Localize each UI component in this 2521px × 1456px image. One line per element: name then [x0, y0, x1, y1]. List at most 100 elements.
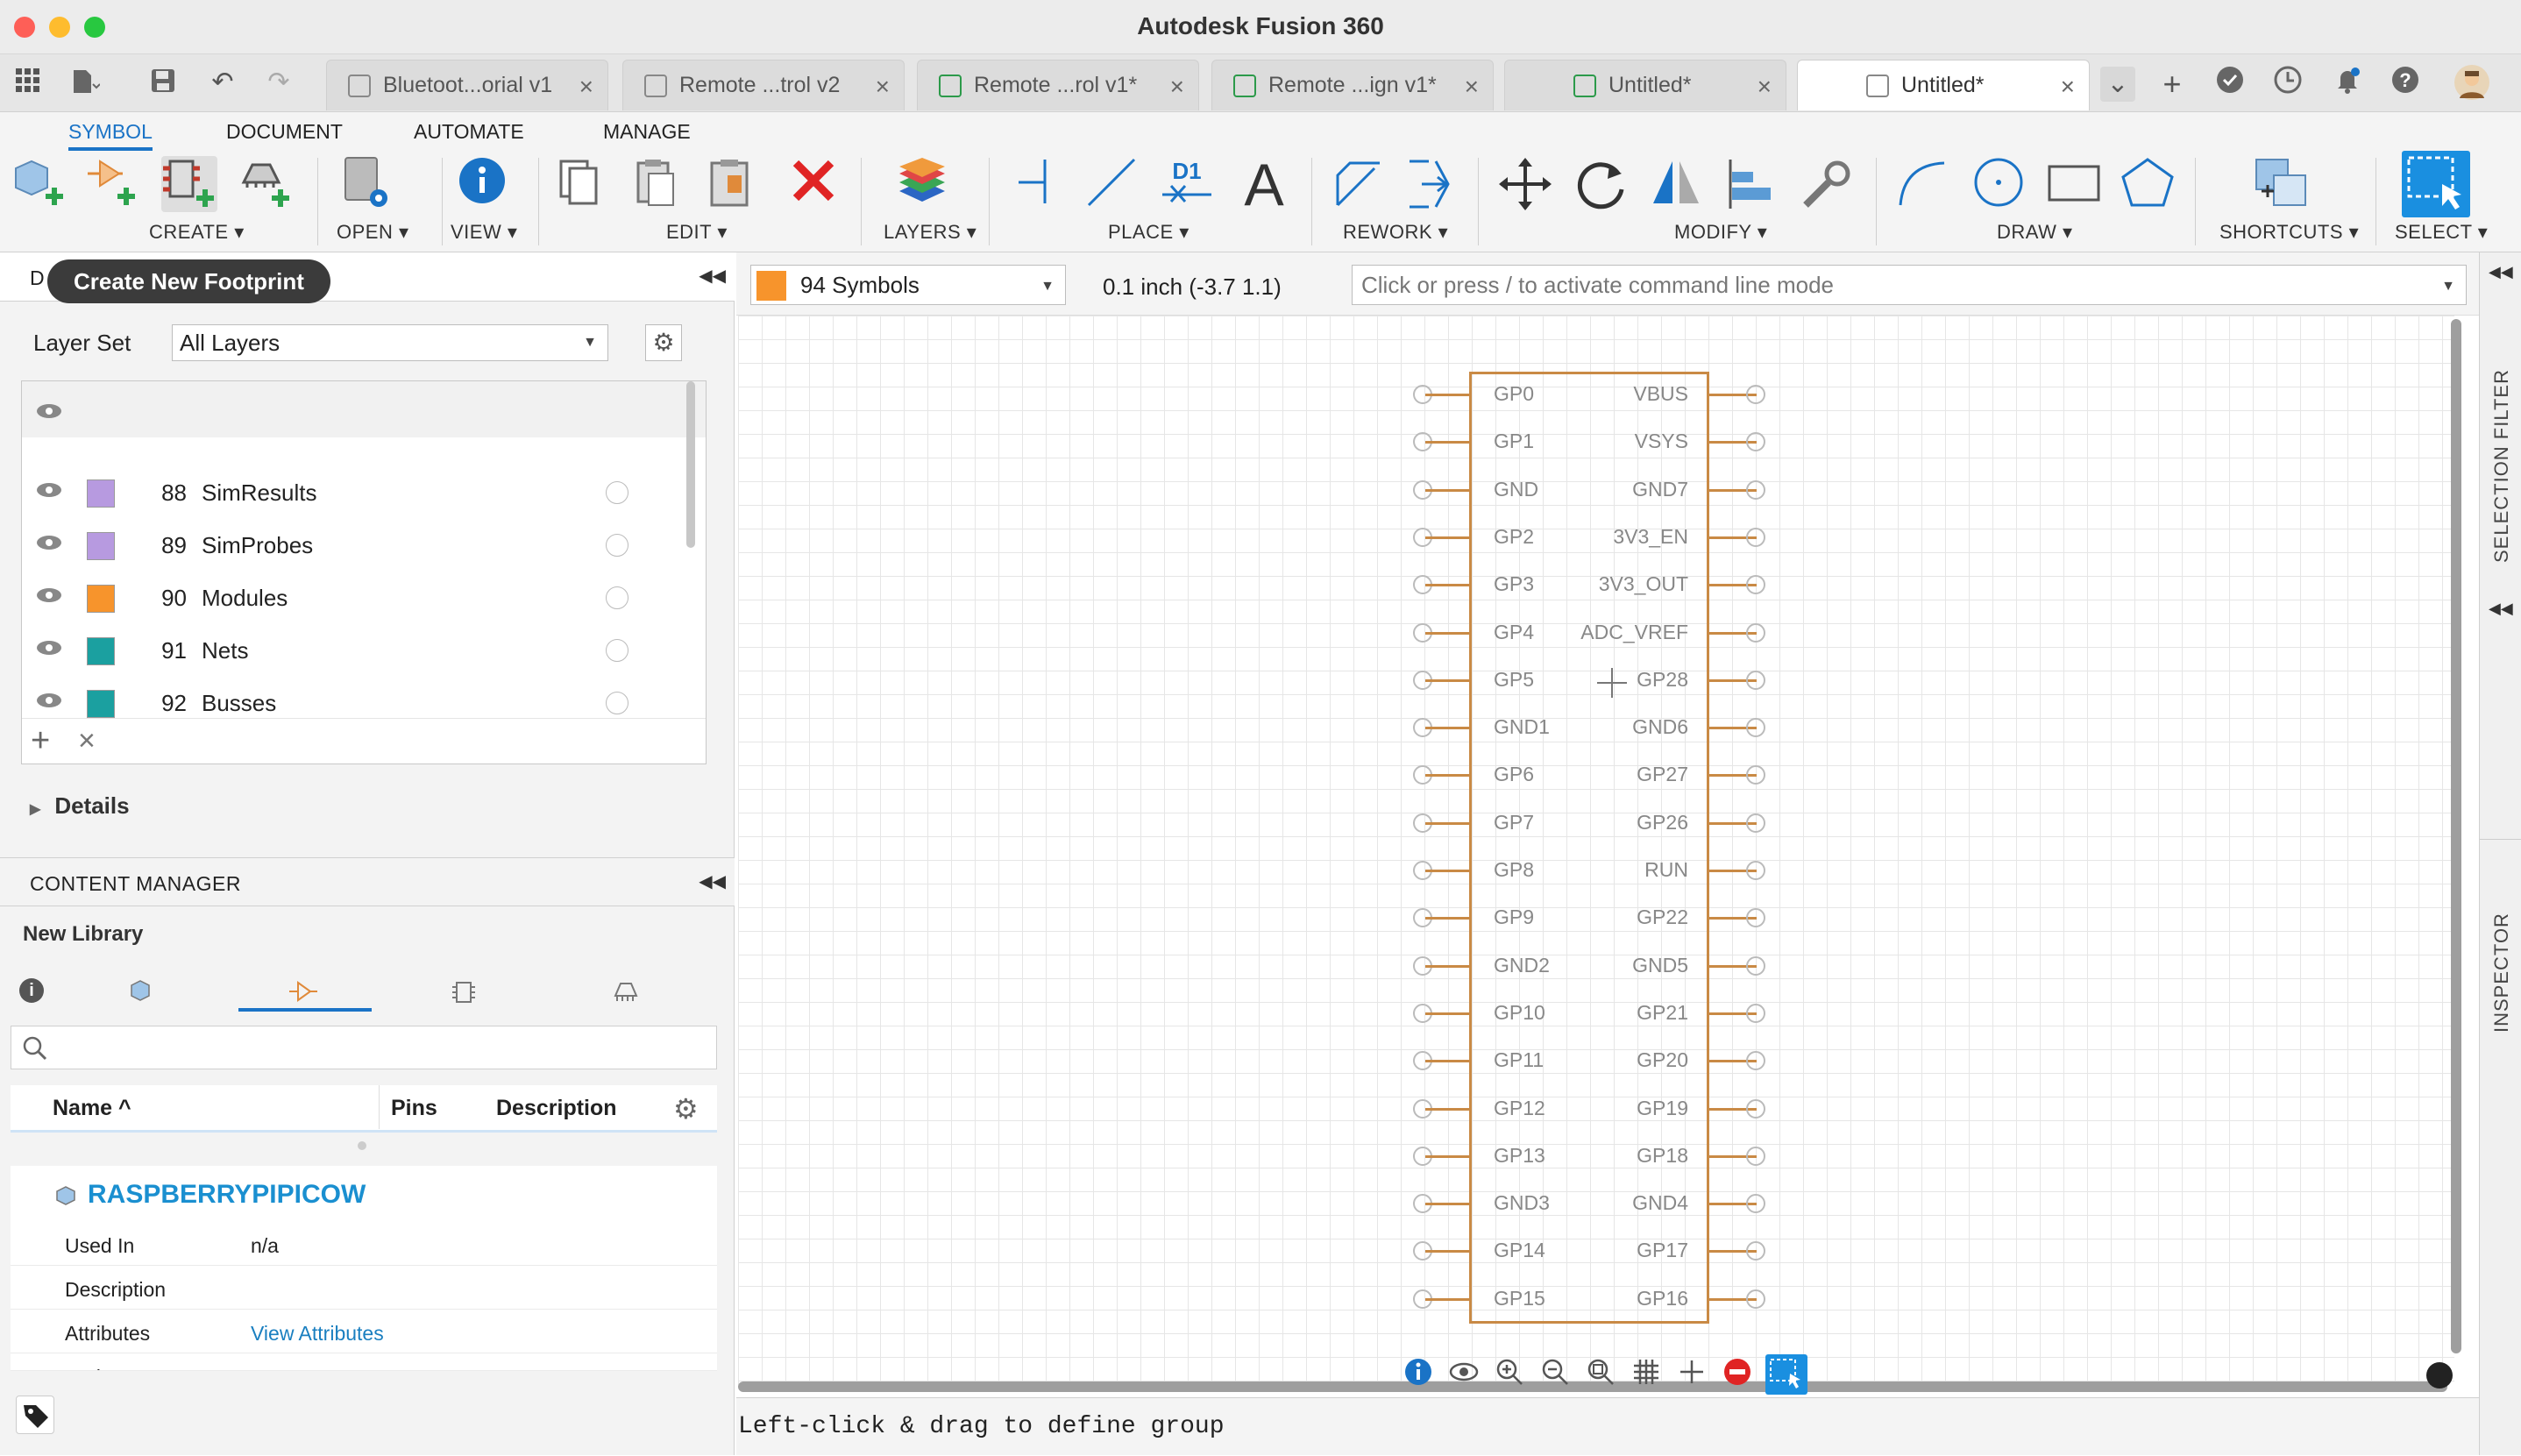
eye-icon[interactable] [36, 402, 62, 420]
select-window-icon[interactable] [2402, 151, 2470, 217]
collapse-panel-icon[interactable]: ◀◀ [699, 870, 726, 892]
copy-icon[interactable] [557, 156, 614, 212]
layer-color-swatch[interactable] [87, 637, 115, 665]
tab-symbol[interactable]: SYMBOL [68, 116, 153, 151]
eye-icon[interactable] [36, 481, 62, 499]
text-tool-icon[interactable]: A [1236, 152, 1292, 218]
close-tab-icon[interactable]: × [876, 73, 890, 101]
pin-connection-point[interactable] [1746, 575, 1765, 594]
pin-connection-point[interactable] [1746, 956, 1765, 976]
wire-line-icon[interactable] [1083, 156, 1140, 212]
pin-connection-point[interactable] [1746, 432, 1765, 451]
expand-panel-icon[interactable]: ◀◀ [2489, 263, 2513, 281]
circle-icon[interactable] [1971, 156, 2027, 212]
job-status-icon[interactable] [2270, 65, 2305, 100]
details-section[interactable]: ▶ Details [30, 792, 130, 820]
expand-panel-icon[interactable]: ◀◀ [2489, 600, 2513, 618]
layer-row[interactable]: 89 SimProbes [22, 518, 688, 571]
group-edit[interactable]: EDIT ▾ [666, 221, 728, 244]
save-icon[interactable] [147, 67, 179, 98]
pin-connection-point[interactable] [1746, 1099, 1765, 1119]
layer-color-swatch[interactable] [87, 532, 115, 560]
layer-settings-gear-icon[interactable]: ⚙ [645, 324, 682, 361]
undo-icon[interactable]: ↶ [207, 67, 238, 98]
doc-tab-5[interactable]: Untitled* × [1504, 60, 1786, 110]
pin-connection-point[interactable] [1746, 1004, 1765, 1023]
info-icon[interactable] [1401, 1357, 1436, 1392]
command-line-input[interactable]: Click or press / to activate command lin… [1352, 265, 2467, 305]
move-icon[interactable] [1497, 156, 1553, 212]
corner-toggle-icon[interactable] [2426, 1362, 2453, 1389]
group-rework[interactable]: REWORK ▾ [1343, 221, 1448, 244]
pin-connection-point[interactable] [1746, 623, 1765, 643]
layer-color-swatch[interactable] [87, 585, 115, 613]
part-row[interactable]: RASPBERRYPIPICOW [11, 1166, 717, 1222]
delete-icon[interactable] [785, 156, 842, 212]
pin-connection-point[interactable] [1746, 1147, 1765, 1166]
cm-footprint-icon[interactable] [451, 980, 477, 1005]
part-name-link[interactable]: RASPBERRYPIPICOW [88, 1180, 366, 1210]
tag-icon[interactable] [16, 1396, 54, 1434]
property-value[interactable]: View Attributes [251, 1322, 384, 1346]
cm-component-icon[interactable] [128, 978, 154, 1003]
splitter-handle[interactable] [358, 1141, 366, 1150]
pin-connection-point[interactable] [1746, 908, 1765, 927]
doc-tab-3[interactable]: Remote ...rol v1* × [917, 60, 1199, 110]
new-package-3d-icon[interactable] [237, 156, 293, 212]
new-footprint-icon[interactable] [161, 156, 217, 212]
pin-connection-point[interactable] [1746, 718, 1765, 737]
pin-connection-point[interactable] [1746, 528, 1765, 547]
zoom-in-icon[interactable] [1492, 1357, 1527, 1392]
collapse-panel-icon[interactable]: ◀◀ [699, 265, 726, 287]
user-avatar[interactable] [2454, 65, 2489, 100]
layer-set-select[interactable]: All Layers ▼ [172, 324, 608, 361]
pin-connection-point[interactable] [1746, 765, 1765, 785]
doc-tab-6-active[interactable]: Untitled* × [1797, 60, 2090, 110]
pin-connection-point[interactable] [1746, 1051, 1765, 1070]
grid-icon[interactable] [1629, 1357, 1664, 1392]
pin-connection-point[interactable] [1746, 671, 1765, 690]
layer-active-radio[interactable] [606, 481, 628, 504]
close-tab-icon[interactable]: × [579, 73, 593, 101]
layer-color-swatch[interactable] [87, 690, 115, 718]
stop-command-icon[interactable] [1720, 1357, 1755, 1392]
column-pins[interactable]: Pins [391, 1096, 437, 1121]
close-tab-icon[interactable]: × [1170, 73, 1184, 101]
layer-color-swatch[interactable] [87, 479, 115, 508]
pin-connection-point[interactable] [1746, 385, 1765, 404]
column-description[interactable]: Description [496, 1096, 617, 1121]
eye-icon[interactable] [36, 639, 62, 657]
cm-package-icon[interactable] [612, 980, 640, 1005]
select-mode-icon[interactable] [1765, 1354, 1807, 1395]
doc-tab-4[interactable]: Remote ...ign v1* × [1211, 60, 1494, 110]
layer-row[interactable]: 90 Modules [22, 571, 688, 623]
layers-icon[interactable] [894, 156, 950, 212]
column-settings-gear-icon[interactable]: ⚙ [673, 1092, 699, 1126]
group-view[interactable]: VIEW ▾ [451, 221, 517, 244]
tab-manage[interactable]: MANAGE [603, 116, 691, 151]
group-shortcuts[interactable]: SHORTCUTS ▾ [2219, 221, 2359, 244]
paste-icon[interactable] [633, 156, 689, 212]
cm-search-input[interactable] [11, 1026, 717, 1069]
origin-crosshair-icon[interactable] [1674, 1357, 1709, 1392]
info-icon[interactable] [454, 156, 510, 212]
split-icon[interactable] [1404, 156, 1460, 212]
notifications-bell-icon[interactable] [2330, 65, 2365, 100]
open-library-icon[interactable] [340, 156, 396, 212]
name-label-icon[interactable]: D1 [1159, 156, 1215, 212]
cm-info-icon[interactable]: i [19, 978, 44, 1003]
group-draw[interactable]: DRAW ▾ [1997, 221, 2073, 244]
group-modify[interactable]: MODIFY ▾ [1674, 221, 1767, 244]
mirror-icon[interactable] [1648, 156, 1704, 212]
inspector-tab[interactable]: INSPECTOR [2480, 626, 2521, 1033]
group-create[interactable]: CREATE ▾ [149, 221, 245, 244]
group-open[interactable]: OPEN ▾ [337, 221, 409, 244]
pin-connection-point[interactable] [1746, 480, 1765, 500]
rectangle-icon[interactable] [2046, 156, 2102, 212]
properties-wrench-icon[interactable] [1799, 156, 1855, 212]
group-place[interactable]: PLACE ▾ [1108, 221, 1189, 244]
extensions-icon[interactable] [2212, 65, 2248, 100]
help-icon[interactable]: ? [2388, 65, 2423, 100]
doc-tab-1[interactable]: Bluetoot...orial v1 × [326, 60, 608, 110]
layer-select-dropdown[interactable]: 94 Symbols ▼ [750, 265, 1066, 305]
